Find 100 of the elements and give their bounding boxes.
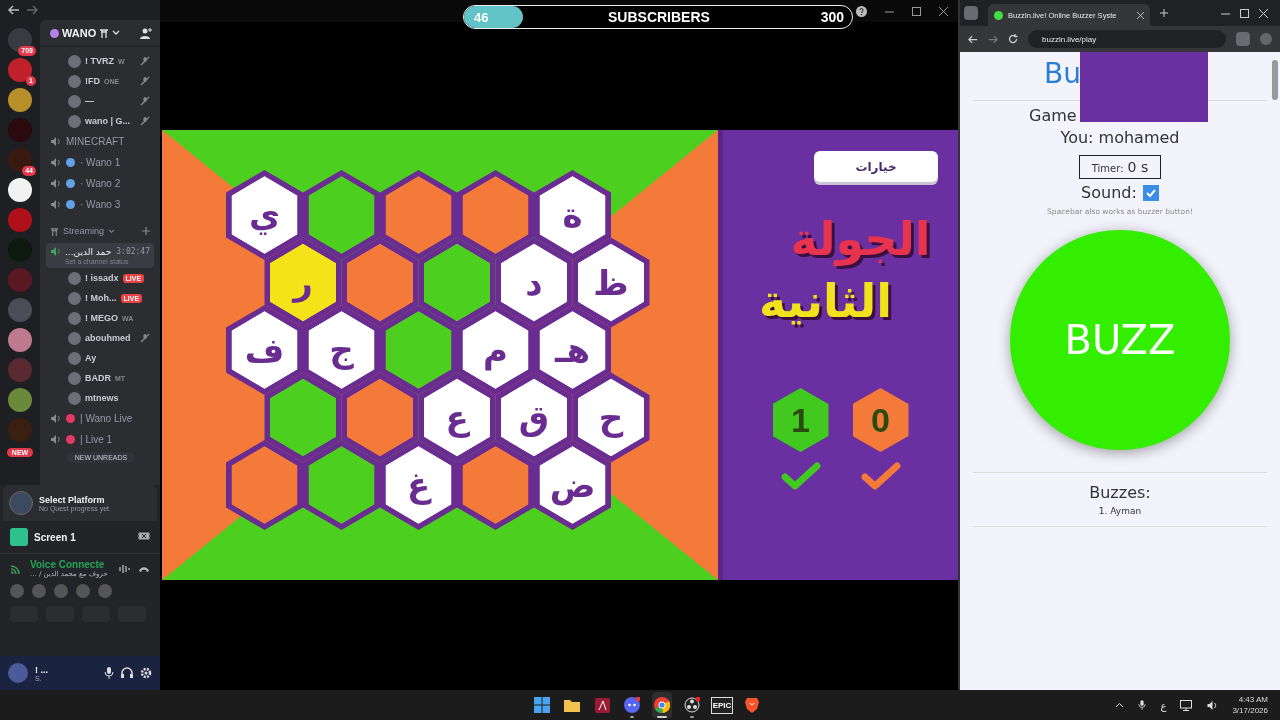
speaker-icon <box>50 246 61 257</box>
round-title: الجولة <box>790 211 931 268</box>
hex-cell[interactable] <box>226 440 303 530</box>
hex-cell[interactable] <box>457 440 534 530</box>
voice-channel[interactable]: · Wano 3 <box>80 199 121 210</box>
signal-icon <box>10 562 22 575</box>
voice-status[interactable]: Voice Connecte <box>30 559 108 570</box>
hex-cell[interactable] <box>303 440 380 530</box>
buzz-entry: 1. Ayman <box>1098 506 1142 516</box>
checkmark-icon[interactable] <box>780 462 821 490</box>
add-person-icon[interactable] <box>140 27 152 39</box>
reload-icon[interactable] <box>1008 34 1018 44</box>
speaker-icon <box>50 136 61 147</box>
clock-time[interactable]: 4:43 AM <box>1238 694 1268 705</box>
avatar[interactable] <box>8 663 28 683</box>
user-name[interactable]: ! ... <box>35 664 48 675</box>
voice-channel[interactable]: · Wano 2 <box>80 178 121 189</box>
scrollbar[interactable] <box>1272 60 1278 100</box>
microphone-icon[interactable] <box>104 667 114 679</box>
voice-channel[interactable]: | Wano Live <box>80 413 133 424</box>
hex-cell[interactable]: ح <box>572 372 650 463</box>
category-name[interactable]: Streaming <box>63 226 105 236</box>
avatar <box>68 54 81 68</box>
user-name[interactable]: ! Moh... <box>85 293 117 303</box>
stop-screen-icon[interactable] <box>138 532 150 542</box>
quest-title: Select Platform <box>39 494 106 505</box>
voice-channel[interactable]: · Wano 1 <box>80 157 121 168</box>
address-bar[interactable]: buzzin.live/play <box>1028 30 1226 48</box>
input-language[interactable]: ع <box>1160 699 1167 711</box>
user-name[interactable]: mtnews <box>85 393 119 403</box>
options-button[interactable]: خيارات <box>814 151 938 182</box>
chrome-taskbar-icon[interactable] <box>652 692 672 718</box>
microphone-icon[interactable] <box>1138 699 1147 711</box>
avatar <box>68 94 81 108</box>
channel-name: ...حمد الدين <box>65 246 112 257</box>
user-name[interactable]: Ay <box>85 353 97 363</box>
hex-cell[interactable]: ف <box>226 305 303 395</box>
maximize-icon[interactable] <box>912 6 921 16</box>
hex-cell[interactable]: ض <box>534 440 611 530</box>
server-name[interactable]: WANO <box>62 27 97 39</box>
speaker-icon <box>50 434 61 445</box>
voice-channel[interactable]: | Live 1 <box>80 434 113 445</box>
close-icon[interactable] <box>1259 8 1268 18</box>
sound-label: Sound: <box>1081 183 1137 202</box>
sound-checkbox[interactable] <box>1142 184 1159 201</box>
sound-wave-icon[interactable] <box>118 563 130 574</box>
hang-up-icon[interactable] <box>138 564 150 573</box>
avatar <box>68 331 81 345</box>
help-icon[interactable] <box>856 5 867 17</box>
maximize-icon[interactable] <box>1240 8 1249 18</box>
checkmark-icon[interactable] <box>860 462 901 490</box>
buzzes-heading: Buzzes: <box>1089 483 1151 502</box>
goal-target: 300 <box>820 9 845 25</box>
timer-value: 0 s <box>1127 159 1149 175</box>
plus-icon[interactable] <box>142 227 150 235</box>
speaker-icon <box>50 199 61 210</box>
speaker-icon[interactable] <box>1206 699 1219 711</box>
avatar <box>68 114 81 128</box>
hex-cell[interactable]: ظ <box>572 237 650 328</box>
back-arrow-icon[interactable] <box>968 34 978 44</box>
server-icon[interactable] <box>8 178 32 202</box>
server-emblem-icon <box>50 28 59 38</box>
avatar <box>76 584 90 598</box>
gate-icon <box>50 226 59 236</box>
user-name[interactable]: abouhmed <box>85 333 131 343</box>
speaker-icon <box>50 157 61 168</box>
screen-share-label[interactable]: Screen 1 <box>34 531 76 543</box>
user-name[interactable]: ! issadx <box>85 273 119 283</box>
voice-channel[interactable]: MINECRAFT <box>66 136 125 147</box>
subscriber-count: 46 <box>473 9 490 25</box>
chevron-up-icon[interactable] <box>1115 702 1125 708</box>
close-icon[interactable] <box>939 6 948 16</box>
avatar <box>68 74 81 88</box>
close-icon[interactable] <box>1137 11 1144 19</box>
hex-cell[interactable]: غ <box>380 440 457 530</box>
gate-icon <box>99 28 110 38</box>
user-name[interactable]: ! MEGO <box>85 313 118 323</box>
headphones-icon[interactable] <box>121 667 133 679</box>
user-name[interactable]: ! TVRZ <box>85 56 114 66</box>
server-icon[interactable] <box>8 88 32 112</box>
back-arrow-icon[interactable] <box>8 5 20 15</box>
hex-cell[interactable]: ي <box>226 170 303 260</box>
screen-share-icon <box>10 528 28 546</box>
user-name[interactable]: — <box>85 96 94 106</box>
game-label: Game <box>1029 105 1077 127</box>
user-name[interactable]: !FD <box>85 76 100 86</box>
team-score: 1 <box>772 388 829 452</box>
avatar <box>54 584 68 598</box>
new-tab-icon[interactable] <box>1160 9 1168 17</box>
elapsed-time: 3:02:47 <box>116 247 150 256</box>
user-name[interactable]: wano | G... <box>85 116 131 126</box>
timer-label: Timer: <box>1091 163 1124 174</box>
clock-date[interactable]: 3/17/2026 <box>1232 705 1268 716</box>
forward-arrow-icon[interactable] <box>26 5 38 15</box>
settings-icon[interactable] <box>140 667 152 679</box>
forward-arrow-icon[interactable] <box>988 34 998 44</box>
goal-label: SUBSCRIBERS <box>608 9 710 25</box>
monitor-icon[interactable] <box>1180 699 1193 711</box>
player-name: You: mohamed <box>1060 127 1180 149</box>
user-name[interactable]: BADR <box>85 373 111 383</box>
